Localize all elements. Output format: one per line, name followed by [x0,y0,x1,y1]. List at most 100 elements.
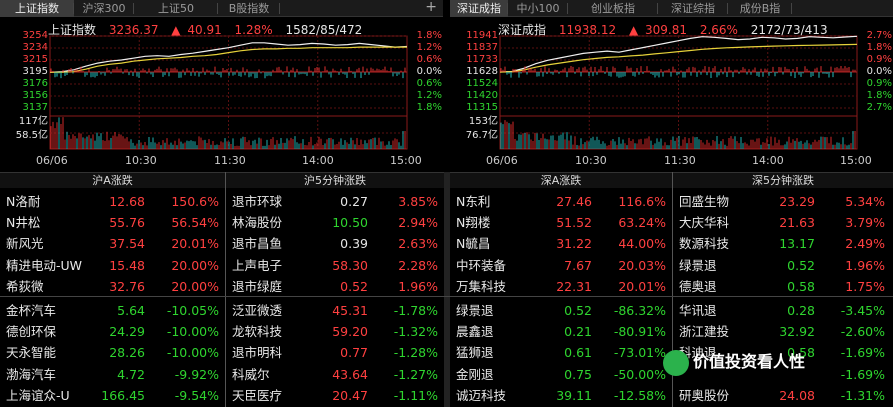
stock-row[interactable]: 晨鑫退 0.21 -80.91% [450,322,672,342]
watermark-text: 价值投资看人性 [693,352,806,371]
stock-row[interactable]: 希荻微 32.76 20.00% [0,277,225,297]
stock-row[interactable]: 万集科技 22.31 20.01% [450,277,672,297]
stock-name: 退市绿庭 [232,278,283,294]
stock-name: 退市明科 [232,345,283,361]
stock-row[interactable]: 研奥股份 24.08 -1.31% [673,386,893,406]
stock-price: 37.54 [109,236,145,252]
stock-price: 0.52 [564,303,592,318]
stock-price: 31.22 [556,236,592,252]
stock-name: 绿景退 [456,303,494,318]
stock-row[interactable]: 大庆华科 21.63 3.79% [673,213,893,233]
y-axis-pct-label: 0.9% [866,78,892,89]
section-sz-5min-movers[interactable]: 深5分钟涨跌 [673,172,893,188]
stock-price: 51.52 [556,215,592,231]
stock-name: 林海股份 [232,215,283,231]
stock-row[interactable]: 金刚退 0.75 -50.00% [450,365,672,385]
stock-name: 中环装备 [456,257,507,273]
stock-row[interactable]: 精进电动-UW 15.48 20.00% [0,256,225,276]
stock-row[interactable]: 诚迈科技 39.11 -12.58% [450,386,672,406]
stock-name: N井松 [6,215,41,231]
stock-price: 55.76 [109,215,145,231]
stock-row[interactable]: 绿景退 0.52 -86.32% [450,301,672,321]
stock-pct: 20.00% [171,278,219,294]
stock-row[interactable]: N翔楼 51.52 63.24% [450,213,672,233]
stock-name: 研奥股份 [679,387,730,403]
volume-mid-label: 58.5亿 [15,130,48,141]
stock-name: 希荻微 [6,278,44,294]
stock-row[interactable]: 退市绿庭 0.52 1.96% [226,277,444,297]
stock-price: 7.67 [564,257,592,273]
section-sz-a-movers[interactable]: 深A涨跌 [450,172,672,188]
stock-pct: 3.85% [398,194,438,209]
stock-pct: 150.6% [171,194,219,209]
stock-row[interactable]: N东利 27.46 116.6% [450,192,672,212]
stock-price: 0.28 [787,303,815,318]
y-axis-pct-label: 1.8% [416,102,442,113]
stock-row[interactable]: 上声电子 58.30 2.28% [226,256,444,276]
stock-row[interactable]: 龙软科技 59.20 -1.32% [226,322,444,342]
stock-name: 新风光 [6,236,44,252]
stock-name: 大庆华科 [679,215,730,231]
stock-pct: -80.91% [613,324,666,340]
y-axis-label: 11733 [466,54,498,65]
stock-name: 德创环保 [6,324,57,340]
stock-price: 0.52 [340,278,368,294]
section-sh-a-movers[interactable]: 沪A涨跌 [0,172,225,188]
y-axis-pct-label: 1.8% [866,42,892,53]
stock-row[interactable]: 猛狮退 0.61 -73.01% [450,343,672,363]
stock-pct: 20.00% [171,257,219,273]
stock-pct: -1.31% [840,387,885,403]
stock-row[interactable]: 数源科技 13.17 2.49% [673,234,893,254]
x-label: 15:00 [840,154,872,167]
stock-row[interactable]: 泛亚微透 45.31 -1.78% [226,301,444,321]
stock-row[interactable]: 中环装备 7.67 20.03% [450,256,672,276]
stock-name: N翔楼 [456,215,491,231]
x-label: 14:00 [302,154,334,167]
stock-price: 20.47 [332,387,368,403]
stock-row[interactable]: 林海股份 10.50 2.94% [226,213,444,233]
stock-row[interactable]: 退市昌鱼 0.39 2.63% [226,234,444,254]
stock-pct: 63.24% [618,215,666,231]
stock-row[interactable]: 绿景退 0.52 1.96% [673,256,893,276]
stock-row[interactable]: 退市环球 0.27 3.85% [226,192,444,212]
shanghai-intraday-chart[interactable] [0,0,443,170]
stock-row[interactable]: 华讯退 0.28 -3.45% [673,301,893,321]
y-axis-pct-label: 0.6% [416,78,442,89]
stock-pct: 20.03% [618,257,666,273]
volume-max-label: 117亿 [18,116,48,127]
y-axis-pct-label: 0.0% [416,66,442,77]
shenzhen-intraday-chart[interactable] [450,0,893,170]
stock-name: 天臣医疗 [232,387,283,403]
stock-name: 精进电动-UW [6,257,83,273]
stock-row[interactable]: 德奥退 0.58 1.75% [673,277,893,297]
stock-row[interactable]: 天永智能 28.26 -10.00% [0,343,225,363]
y-axis-label: 3195 [22,66,48,77]
stock-pct: 1.96% [845,257,885,273]
stock-row[interactable]: 新风光 37.54 20.01% [0,234,225,254]
y-axis-label: 3137 [22,102,48,113]
stock-row[interactable]: 德创环保 24.29 -10.00% [0,322,225,342]
stock-price: 5.64 [117,303,145,318]
stock-row[interactable]: N毓昌 31.22 44.00% [450,234,672,254]
stock-row[interactable]: 金杯汽车 5.64 -10.05% [0,301,225,321]
stock-pct: 1.75% [845,278,885,294]
stock-row[interactable]: 科威尔 43.64 -1.27% [226,365,444,385]
y-axis-label: 11628 [466,66,498,77]
stock-row[interactable]: 退市明科 0.77 -1.28% [226,343,444,363]
stock-price: 59.20 [332,324,368,340]
wechat-logo-icon [663,349,689,376]
section-sh-5min-movers[interactable]: 沪5分钟涨跌 [226,172,444,188]
stock-row[interactable]: 浙江建投 32.92 -2.60% [673,322,893,342]
stock-row[interactable]: N洛耐 12.68 150.6% [0,192,225,212]
stock-row[interactable]: 天臣医疗 20.47 -1.11% [226,386,444,406]
stock-row[interactable]: 回盛生物 23.29 5.34% [673,192,893,212]
stock-pct: 44.00% [618,236,666,252]
stock-pct: 3.79% [845,215,885,231]
stock-pct: -1.28% [393,345,438,361]
stock-row[interactable]: 渤海汽车 4.72 -9.92% [0,365,225,385]
stock-row[interactable]: 上海谊众-U 166.45 -9.54% [0,386,225,406]
stock-name: 晨鑫退 [456,324,494,340]
stock-pct: -1.11% [393,387,438,403]
stock-row[interactable]: N井松 55.76 56.54% [0,213,225,233]
stock-price: 166.45 [101,387,145,403]
